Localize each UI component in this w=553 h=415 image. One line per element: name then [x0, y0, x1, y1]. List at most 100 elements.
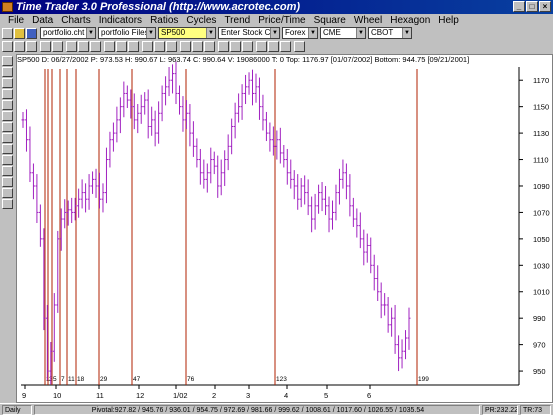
zoom-in-icon[interactable] — [116, 41, 127, 52]
ratio-tool-icon[interactable] — [280, 41, 291, 52]
menu-data[interactable]: Data — [28, 14, 57, 27]
cut-icon[interactable] — [66, 41, 77, 52]
symbol-select[interactable]: SP500 ▼ — [158, 27, 216, 39]
wheel-tool-icon[interactable] — [242, 41, 253, 52]
menu-indicators[interactable]: Indicators — [95, 14, 146, 27]
menu-hexagon[interactable]: Hexagon — [386, 14, 434, 27]
grid-tool-icon[interactable] — [192, 41, 203, 52]
menu-square[interactable]: Square — [310, 14, 350, 27]
open-folder-icon[interactable] — [14, 28, 25, 39]
cycle-label: 11 — [68, 376, 75, 383]
cycle-label: 199 — [418, 376, 429, 383]
wave-tool-icon[interactable] — [180, 41, 191, 52]
x-tick-label: 12 — [136, 391, 144, 400]
menu-ratios[interactable]: Ratios — [146, 14, 182, 27]
exchange-select[interactable]: CME ▼ — [320, 27, 366, 39]
zoom-out-icon[interactable] — [128, 41, 139, 52]
paste-icon[interactable] — [90, 41, 101, 52]
cycle-label: 76 — [187, 376, 195, 383]
portfolio-files-value: portfolio Files — [101, 28, 149, 37]
chevron-down-icon[interactable]: ▼ — [308, 28, 317, 38]
menu-bar: File Data Charts Indicators Ratios Cycle… — [0, 14, 553, 27]
market-select[interactable]: Forex ▼ — [282, 27, 318, 39]
y-tick-label: 990 — [533, 314, 546, 323]
trendline-tool-icon[interactable] — [2, 78, 13, 88]
maximize-button[interactable]: □ — [526, 1, 538, 12]
menu-wheel[interactable]: Wheel — [350, 14, 386, 27]
save-chart-icon[interactable] — [26, 41, 37, 52]
print-icon[interactable] — [40, 41, 51, 52]
menu-trend[interactable]: Trend — [220, 14, 254, 27]
x-tick-label: 11 — [96, 391, 104, 400]
settings-icon[interactable] — [294, 41, 305, 52]
exchange-value: CME — [323, 28, 341, 37]
y-tick-label: 1150 — [533, 103, 549, 112]
box-tool-icon[interactable] — [2, 188, 13, 198]
open-chart-icon[interactable] — [14, 41, 25, 52]
vline-tool-icon[interactable] — [2, 100, 13, 110]
chart-window[interactable]: SP500 D: 06/27/2002 P: 973.53 H: 990.67 … — [16, 54, 553, 403]
chevron-down-icon[interactable]: ▼ — [146, 28, 155, 38]
text-tool-icon[interactable] — [2, 155, 13, 165]
circle-tool-icon[interactable] — [204, 41, 215, 52]
y-tick-label: 1070 — [533, 208, 550, 217]
copy-icon[interactable] — [78, 41, 89, 52]
price-chart[interactable]: 9509709901010103010501070109011101130115… — [17, 55, 552, 402]
square-tool-icon[interactable] — [218, 41, 229, 52]
portfolio-chart-select[interactable]: portfolio.cht ▼ — [40, 27, 96, 39]
y-tick-label: 970 — [533, 341, 546, 350]
fan-tool-icon[interactable] — [2, 111, 13, 121]
minimize-button[interactable]: _ — [513, 1, 525, 12]
x-tick-label: 5 — [324, 391, 328, 400]
y-tick-label: 1050 — [533, 235, 550, 244]
portfolio-files-select[interactable]: portfolio Files ▼ — [98, 27, 156, 39]
status-bar: Daily Pivotal:927.82 / 945.76 / 936.01 /… — [0, 403, 553, 415]
arc-tool-icon[interactable] — [2, 144, 13, 154]
toolbar-tools — [0, 40, 553, 54]
pointer-tool-icon[interactable] — [2, 56, 13, 66]
menu-help[interactable]: Help — [434, 14, 463, 27]
y-tick-label: 1170 — [533, 76, 549, 85]
y-tick-label: 950 — [533, 367, 546, 376]
x-tick-label: 2 — [212, 391, 216, 400]
ellipse-tool-icon[interactable] — [2, 199, 13, 209]
channel-tool-icon[interactable] — [2, 122, 13, 132]
trend-tool-icon[interactable] — [256, 41, 267, 52]
board-select[interactable]: CBOT ▼ — [368, 27, 412, 39]
x-tick-label: 4 — [284, 391, 288, 400]
chevron-down-icon[interactable]: ▼ — [356, 28, 365, 38]
chevron-down-icon[interactable]: ▼ — [270, 28, 279, 38]
new-chart-icon[interactable] — [2, 41, 13, 52]
window-title: Time Trader 3.0 Professional (http://www… — [16, 1, 301, 13]
bar-chart-icon[interactable] — [104, 41, 115, 52]
status-pr: PR:232.22 — [482, 405, 518, 415]
retracement-tool-icon[interactable] — [2, 133, 13, 143]
cycle-label: 47 — [133, 376, 141, 383]
hexagon-tool-icon[interactable] — [230, 41, 241, 52]
menu-price-time[interactable]: Price/Time — [254, 14, 309, 27]
angle-tool-icon[interactable] — [166, 41, 177, 52]
cycle-label: 123 — [276, 376, 287, 383]
menu-file[interactable]: File — [4, 14, 28, 27]
close-button[interactable]: × — [539, 1, 551, 12]
chevron-down-icon[interactable]: ▼ — [402, 28, 411, 38]
menu-charts[interactable]: Charts — [57, 14, 94, 27]
x-tick-label: 1/02 — [173, 391, 188, 400]
new-file-icon[interactable] — [2, 28, 13, 39]
print-preview-icon[interactable] — [52, 41, 63, 52]
stock-code-input[interactable]: Enter Stock Code ▼ — [218, 27, 280, 39]
chevron-down-icon[interactable]: ▼ — [206, 28, 215, 38]
crosshair-tool-icon[interactable] — [2, 67, 13, 77]
pencil-tool-icon[interactable] — [2, 166, 13, 176]
chevron-down-icon[interactable]: ▼ — [86, 28, 95, 38]
eraser-tool-icon[interactable] — [2, 177, 13, 187]
time-tool-icon[interactable] — [268, 41, 279, 52]
y-tick-label: 1110 — [533, 156, 549, 165]
x-tick-label: 3 — [246, 391, 250, 400]
menu-cycles[interactable]: Cycles — [182, 14, 220, 27]
save-disk-icon[interactable] — [26, 28, 37, 39]
status-tr: TR:73 — [520, 405, 551, 415]
hline-tool-icon[interactable] — [2, 89, 13, 99]
line-tool-icon[interactable] — [154, 41, 165, 52]
cycle-tool-icon[interactable] — [142, 41, 153, 52]
